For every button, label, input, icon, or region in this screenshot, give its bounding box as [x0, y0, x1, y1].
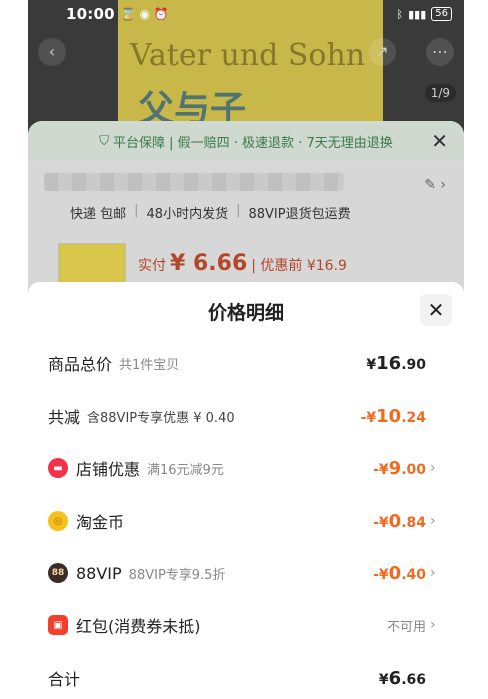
sheet-title: 价格明细: [207, 302, 284, 324]
chevron-right-icon: ›: [430, 460, 436, 476]
row-total-discount: 共减 含88VIP专享优惠 ¥ 0.40 -¥ 10.24: [48, 405, 426, 428]
guarantee-bar: ⛉ 平台保障 | 假一赔四 · 极速退款 · 7天无理由退换 ✕: [28, 121, 464, 161]
total-goods-value: ¥16.90: [366, 352, 426, 374]
row-red-packet[interactable]: ▣ 红包(消费券未抵) 不可用 ›: [28, 610, 464, 640]
guarantee-text: 平台保障 | 假一赔四 · 极速退款 · 7天无理由退换: [113, 135, 393, 151]
shipping-info: 快递 包邮 | 48小时内发货 | 88VIP退货包运费: [70, 203, 351, 222]
more-icon[interactable]: ⋯: [426, 38, 454, 66]
close-button[interactable]: ✕: [420, 294, 452, 326]
share-icon[interactable]: ↗: [368, 38, 396, 66]
status-right: ᛒ ▮▮▮ 56: [396, 7, 452, 21]
row-shop-discount[interactable]: ▬ 店铺优惠 满16元减9元 -¥ 9.00 ›: [28, 453, 464, 483]
chevron-right-icon: ›: [430, 513, 436, 529]
order-price-row: 实付 ¥ 6.66 | 优惠前 ¥16.9: [58, 243, 347, 283]
chevron-right-icon: ›: [430, 565, 436, 581]
row-88vip[interactable]: 88 88VIP 88VIP专享9.5折 -¥ 0.40 ›: [28, 558, 464, 588]
total-discount-value: -¥ 10.24: [360, 405, 426, 427]
book-title: Vater und Sohn: [130, 38, 366, 73]
bluetooth-icon: ᛒ: [396, 7, 404, 21]
phone-screen: 10:00 ⌛ ◉ ⏰ ᛒ ▮▮▮ 56 Vater und Sohn 父与子 …: [28, 0, 464, 699]
battery-indicator: 56: [431, 7, 452, 21]
close-icon: ✕: [427, 298, 445, 322]
product-thumbnail: [58, 243, 126, 283]
row-total-goods: 商品总价 共1件宝贝 ¥16.90: [48, 352, 426, 375]
red-packet-icon: ▣: [48, 615, 68, 635]
coin-icon: ◎: [48, 511, 68, 531]
close-icon[interactable]: ✕: [431, 129, 448, 153]
shipping-item: 快递 包邮: [70, 207, 127, 222]
shop-discount-value: -¥ 9.00: [373, 457, 426, 479]
status-time: 10:00: [66, 5, 115, 23]
image-counter: 1/9: [424, 84, 456, 102]
price-detail-sheet: 价格明细 ✕ 商品总价 共1件宝贝 ¥16.90 共减 含88VIP专享优惠 ¥…: [28, 282, 464, 699]
taojinbi-value: -¥ 0.84: [373, 510, 426, 532]
shipping-item: 88VIP退货包运费: [248, 207, 351, 222]
status-notification-icons: ⌛ ◉ ⏰: [120, 7, 169, 21]
vip-icon: 88: [48, 563, 68, 583]
grand-total-value: ¥6.66: [378, 667, 426, 689]
signal-icon: ▮▮▮: [408, 7, 427, 21]
row-grand-total: 合计 ¥6.66: [48, 667, 426, 690]
vip-value: -¥ 0.40: [373, 562, 426, 584]
red-packet-status: 不可用: [386, 619, 426, 635]
row-taojinbi[interactable]: ◎ 淘金币 -¥ 0.84 ›: [28, 506, 464, 536]
back-icon[interactable]: ‹: [38, 38, 66, 66]
chevron-right-icon: ›: [430, 617, 436, 633]
status-bar: 10:00 ⌛ ◉ ⏰ ᛒ ▮▮▮ 56: [28, 0, 464, 28]
shield-icon: ⛉: [99, 133, 110, 149]
actual-price: 实付 ¥ 6.66 | 优惠前 ¥16.9: [138, 250, 347, 276]
address-blurred: [44, 173, 344, 191]
shop-icon: ▬: [48, 458, 68, 478]
shipping-item: 48小时内发货: [146, 207, 229, 222]
edit-address-icon[interactable]: ✎ ›: [424, 177, 446, 193]
